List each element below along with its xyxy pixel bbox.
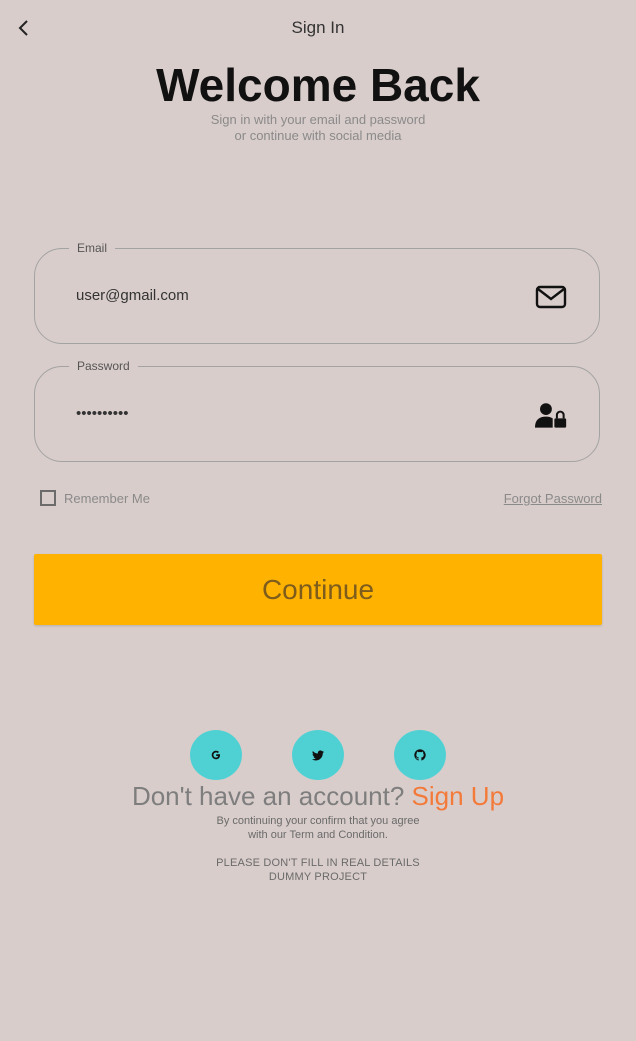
email-field[interactable]: Email user@gmail.com — [34, 241, 600, 344]
terms-line-2: with our Term and Condition. — [248, 829, 388, 841]
twitter-button[interactable] — [292, 730, 344, 780]
subtitle-line-2: or continue with social media — [234, 128, 402, 143]
remember-label: Remember Me — [64, 490, 150, 506]
twitter-icon — [312, 749, 324, 760]
notice-line-1: PLEASE DON'T FILL IN REAL DETAILS — [216, 857, 420, 869]
forgot-password-link[interactable]: Forgot Password — [504, 491, 602, 506]
signup-link[interactable]: Sign Up — [412, 781, 505, 811]
subtitle-line-1: Sign in with your email and password — [210, 112, 426, 127]
remember-me[interactable]: Remember Me — [40, 490, 150, 506]
email-input[interactable]: user@gmail.com — [76, 287, 189, 304]
dummy-notice: PLEASE DON'T FILL IN REAL DETAILS DUMMY … — [0, 856, 636, 884]
terms-text: By continuing your confirm that you agre… — [0, 814, 636, 842]
password-input[interactable]: •••••••••• — [76, 405, 129, 422]
github-icon — [414, 749, 426, 761]
continue-button[interactable]: Continue — [34, 554, 602, 625]
email-label: Email — [69, 241, 116, 255]
password-field[interactable]: Password •••••••••• — [34, 359, 600, 462]
signup-prompt: Don't have an account? — [131, 781, 412, 811]
signup-row: Don't have an account? Sign Up — [0, 780, 636, 812]
google-icon — [211, 750, 221, 760]
github-button[interactable] — [394, 730, 446, 780]
google-button[interactable] — [190, 730, 242, 780]
notice-line-2: DUMMY PROJECT — [268, 871, 368, 883]
terms-line-1: By continuing your confirm that you agre… — [216, 815, 420, 827]
password-label: Password — [69, 359, 138, 373]
subtitle: Sign in with your email and password or … — [0, 112, 636, 144]
page-title: Welcome Back — [156, 59, 480, 111]
envelope-icon — [535, 281, 567, 313]
header-title: Sign In — [291, 18, 345, 37]
remember-checkbox[interactable] — [40, 490, 56, 506]
user-lock-icon — [535, 399, 567, 431]
